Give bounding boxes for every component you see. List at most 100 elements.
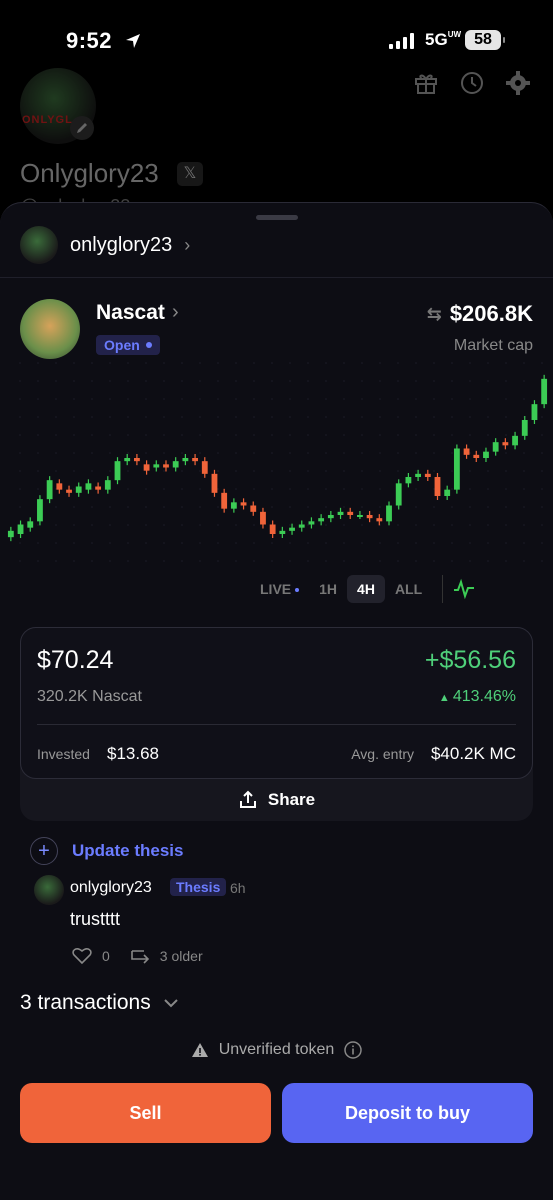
range-1h[interactable]: 1H [309,575,347,603]
candle [434,473,441,500]
candle [376,514,383,526]
sheet-grabber[interactable] [256,215,298,220]
chevron-right-icon: › [172,301,179,323]
position-amount: 320.2K Nascat [37,688,142,705]
candle [250,501,257,516]
comment-avatar[interactable] [34,875,64,905]
divider [37,724,516,725]
candle [37,495,43,526]
candle [7,526,14,542]
chevron-down-icon [164,999,178,1008]
position-value: $70.24 [37,646,114,674]
network-type: 5GUW [425,30,462,49]
history-icon[interactable] [459,70,485,96]
range-4h[interactable]: 4H [347,575,385,603]
candle [221,488,228,513]
cellular-signal-icon [389,33,414,49]
older-link[interactable]: 3 older [160,948,203,964]
comment-actions: 0 3 older [72,947,203,965]
profile-header: ONLYGL Onlyglory23 𝕏 @onlyglory23 [0,60,553,220]
candle [66,485,72,497]
status-time: 9:52 [66,28,113,53]
heart-icon[interactable] [72,947,92,965]
token-sheet: onlyglory23 › Nascat › Open ⇆ $206.8K Mar… [0,202,553,1200]
candle [192,454,198,466]
info-icon[interactable] [344,1041,363,1059]
candle [182,454,189,466]
candle [366,511,373,523]
transactions-label: 3 transactions [20,991,151,1014]
candle [308,517,315,529]
candle [541,374,548,409]
candle [386,501,392,526]
line-chart-icon[interactable] [453,578,475,600]
creator-name: onlyglory23 [70,233,173,256]
x-social-icon[interactable]: 𝕏 [177,162,203,186]
range-all[interactable]: ALL [385,575,432,603]
profile-avatar-text: ONLYGL [22,114,73,126]
token-name[interactable]: Nascat [96,301,165,325]
candle [269,520,276,538]
candle [260,507,266,529]
range-live[interactable]: LIVE [250,575,309,603]
thesis-tag: Thesis [170,878,227,896]
candle [298,520,305,532]
deposit-to-buy-button[interactable]: Deposit to buy [282,1083,533,1143]
swap-arrows-icon: ⇆ [426,303,442,324]
price-chart[interactable] [0,353,553,593]
market-cap-value[interactable]: ⇆ $206.8K [427,301,533,327]
creator-row[interactable]: onlyglory23 › [20,225,190,265]
reply-thread-icon[interactable] [130,947,150,965]
gear-icon[interactable] [505,70,531,96]
candle [521,416,528,440]
candle [172,457,179,472]
share-label: Share [267,790,316,809]
transactions-toggle[interactable]: 3 transactions [20,991,179,1015]
share-button[interactable]: Share [20,779,533,821]
candle [463,444,470,459]
candle [327,511,334,523]
avg-entry-value: $40.2K MC [430,744,516,763]
candle [453,444,460,494]
candle [201,457,208,478]
candle [502,438,509,450]
triangle-up-icon: ▲ [438,692,453,704]
plus-icon: + [30,837,58,865]
location-arrow-icon [126,34,140,48]
candle [95,482,102,494]
comment-time: 6h [230,880,246,896]
candle [347,507,354,519]
divider [0,277,553,278]
share-icon [239,790,256,808]
status-badge: Open [96,335,160,355]
status-bar: 9:52 5GUW 58 [0,0,553,60]
thesis-comment: onlyglory23 Thesis 6h trustttt 0 3 older [34,875,514,975]
candle [85,479,92,494]
status-dot [145,342,152,348]
pencil-icon [77,123,87,133]
candle [104,476,111,494]
candle [143,460,150,475]
candle [483,447,489,462]
candle [357,511,363,519]
candle [133,454,140,466]
avg-entry-label: Avg. entry [351,746,414,762]
candle [512,431,518,450]
candle [240,498,247,510]
update-thesis-button[interactable]: + Update thesis [30,837,183,865]
candle [230,498,237,513]
gift-icon[interactable] [413,70,439,96]
edit-avatar-button[interactable] [70,116,94,140]
unverified-warning: Unverified token [0,1041,553,1059]
position-card: $70.24 +$56.56 320.2K Nascat ▲ 413.46% I… [20,627,533,821]
divider [442,575,444,603]
token-avatar[interactable] [20,299,80,359]
candle [163,460,169,472]
sell-button[interactable]: Sell [20,1083,271,1143]
candle [56,479,63,494]
comment-author[interactable]: onlyglory23 [70,879,152,897]
candle [75,482,82,497]
candle [395,479,402,510]
candle [46,476,53,504]
candle [279,526,286,538]
